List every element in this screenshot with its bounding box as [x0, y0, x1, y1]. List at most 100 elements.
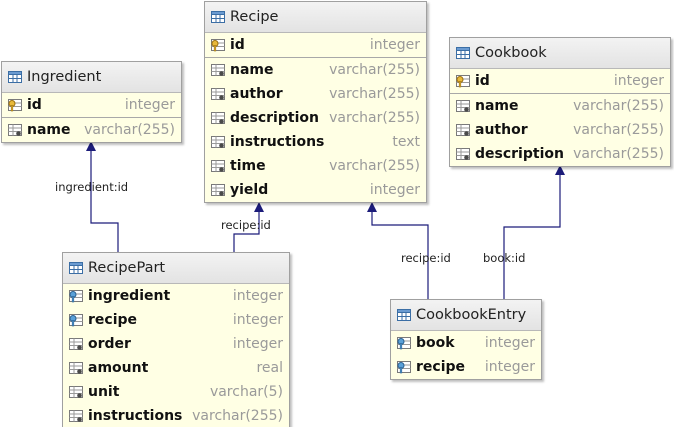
column-name: order — [88, 336, 131, 352]
table-name: Cookbook — [475, 45, 547, 61]
link-recipepart-ingredient — [90, 148, 119, 253]
link-label-ingredient-id: ingredient:id — [55, 180, 129, 194]
column-row-yield[interactable]: yield integer — [205, 178, 426, 202]
table-icon — [8, 71, 22, 83]
column-type: varchar(255) — [573, 122, 664, 138]
column-row-id[interactable]: id integer — [2, 93, 181, 117]
column-type: integer — [613, 73, 664, 89]
column-icon — [69, 410, 83, 422]
column-row-instructions[interactable]: instructions varchar(255) — [63, 404, 289, 427]
table-recipe[interactable]: Recipe id integer name varchar(255) author var… — [204, 1, 427, 203]
table-icon — [397, 309, 411, 321]
column-name: id — [475, 73, 490, 89]
column-type: integer — [232, 312, 283, 328]
table-cookbookentry[interactable]: CookbookEntry book integer recipe integer — [390, 299, 542, 380]
table-header[interactable]: Cookbook — [450, 38, 670, 69]
diagram-canvas: ingredient:id recipe:id recipe:id book:i… — [0, 0, 674, 427]
foreign-key-icon — [397, 361, 411, 374]
column-icon — [69, 362, 83, 374]
column-row-amount[interactable]: amount real — [63, 356, 289, 380]
primary-key-icon — [211, 39, 225, 52]
column-name: id — [230, 37, 245, 53]
link-cookbookentry-cookbook — [503, 172, 561, 300]
table-icon — [211, 11, 225, 23]
column-icon — [211, 88, 225, 100]
column-name: description — [475, 146, 564, 162]
column-name: ingredient — [88, 288, 171, 304]
column-icon — [456, 124, 470, 136]
table-header[interactable]: Recipe — [205, 2, 426, 33]
column-icon — [456, 100, 470, 112]
column-row-instructions[interactable]: instructions text — [205, 130, 426, 154]
column-row-book[interactable]: book integer — [391, 331, 541, 355]
column-type: varchar(255) — [84, 122, 175, 138]
table-name: RecipePart — [88, 260, 166, 276]
column-name: name — [27, 122, 71, 138]
column-type: varchar(255) — [329, 110, 420, 126]
column-type: integer — [232, 288, 283, 304]
column-row-name[interactable]: name varchar(255) — [450, 94, 670, 118]
column-row-unit[interactable]: unit varchar(5) — [63, 380, 289, 404]
column-icon — [211, 64, 225, 76]
column-row-recipe[interactable]: recipe integer — [391, 355, 541, 379]
column-name: book — [416, 335, 455, 351]
column-row-name[interactable]: name varchar(255) — [205, 58, 426, 82]
column-icon — [211, 136, 225, 148]
link-label-recipe-id-entry: recipe:id — [401, 251, 451, 265]
column-name: name — [475, 98, 519, 114]
column-name: yield — [230, 182, 269, 198]
column-name: unit — [88, 384, 120, 400]
column-type: varchar(255) — [329, 62, 420, 78]
column-type: varchar(255) — [573, 98, 664, 114]
table-header[interactable]: CookbookEntry — [391, 300, 541, 331]
column-name: author — [475, 122, 528, 138]
column-name: instructions — [88, 408, 183, 424]
column-type: real — [256, 360, 283, 376]
column-row-id[interactable]: id integer — [450, 69, 670, 93]
column-icon — [211, 160, 225, 172]
link-label-book-id: book:id — [483, 251, 526, 265]
column-name: time — [230, 158, 266, 174]
arrowhead-recipe-part — [254, 202, 264, 212]
column-icon — [69, 338, 83, 350]
column-type: varchar(255) — [573, 146, 664, 162]
column-type: integer — [232, 336, 283, 352]
column-name: description — [230, 110, 319, 126]
table-name: CookbookEntry — [416, 307, 527, 323]
column-row-author[interactable]: author varchar(255) — [450, 118, 670, 142]
column-name: id — [27, 97, 42, 113]
column-icon — [69, 386, 83, 398]
column-row-order[interactable]: order integer — [63, 332, 289, 356]
table-header[interactable]: Ingredient — [2, 62, 181, 93]
foreign-key-icon — [69, 290, 83, 303]
column-row-description[interactable]: description varchar(255) — [205, 106, 426, 130]
column-row-description[interactable]: description varchar(255) — [450, 142, 670, 166]
table-icon — [456, 47, 470, 59]
column-row-recipe[interactable]: recipe integer — [63, 308, 289, 332]
column-name: author — [230, 86, 283, 102]
column-icon — [456, 148, 470, 160]
primary-key-icon — [8, 99, 22, 112]
table-name: Recipe — [230, 9, 279, 25]
column-name: name — [230, 62, 274, 78]
column-row-name[interactable]: name varchar(255) — [2, 118, 181, 142]
column-type: integer — [484, 359, 535, 375]
column-type: integer — [369, 182, 420, 198]
link-label-recipe-id-part: recipe:id — [221, 218, 271, 232]
column-type: varchar(255) — [192, 408, 283, 424]
column-icon — [211, 184, 225, 196]
column-row-author[interactable]: author varchar(255) — [205, 82, 426, 106]
column-icon — [211, 112, 225, 124]
column-type: integer — [369, 37, 420, 53]
column-row-ingredient[interactable]: ingredient integer — [63, 284, 289, 308]
column-row-id[interactable]: id integer — [205, 33, 426, 57]
table-name: Ingredient — [27, 69, 102, 85]
table-recipepart[interactable]: RecipePart ingredient integer recipe integer… — [62, 252, 290, 427]
table-ingredient[interactable]: Ingredient id integer name varchar(255) — [1, 61, 182, 143]
column-type: varchar(255) — [329, 86, 420, 102]
table-header[interactable]: RecipePart — [63, 253, 289, 284]
column-row-time[interactable]: time varchar(255) — [205, 154, 426, 178]
table-cookbook[interactable]: Cookbook id integer name varchar(255) author v… — [449, 37, 671, 167]
column-name: recipe — [416, 359, 466, 375]
column-type: text — [392, 134, 420, 150]
